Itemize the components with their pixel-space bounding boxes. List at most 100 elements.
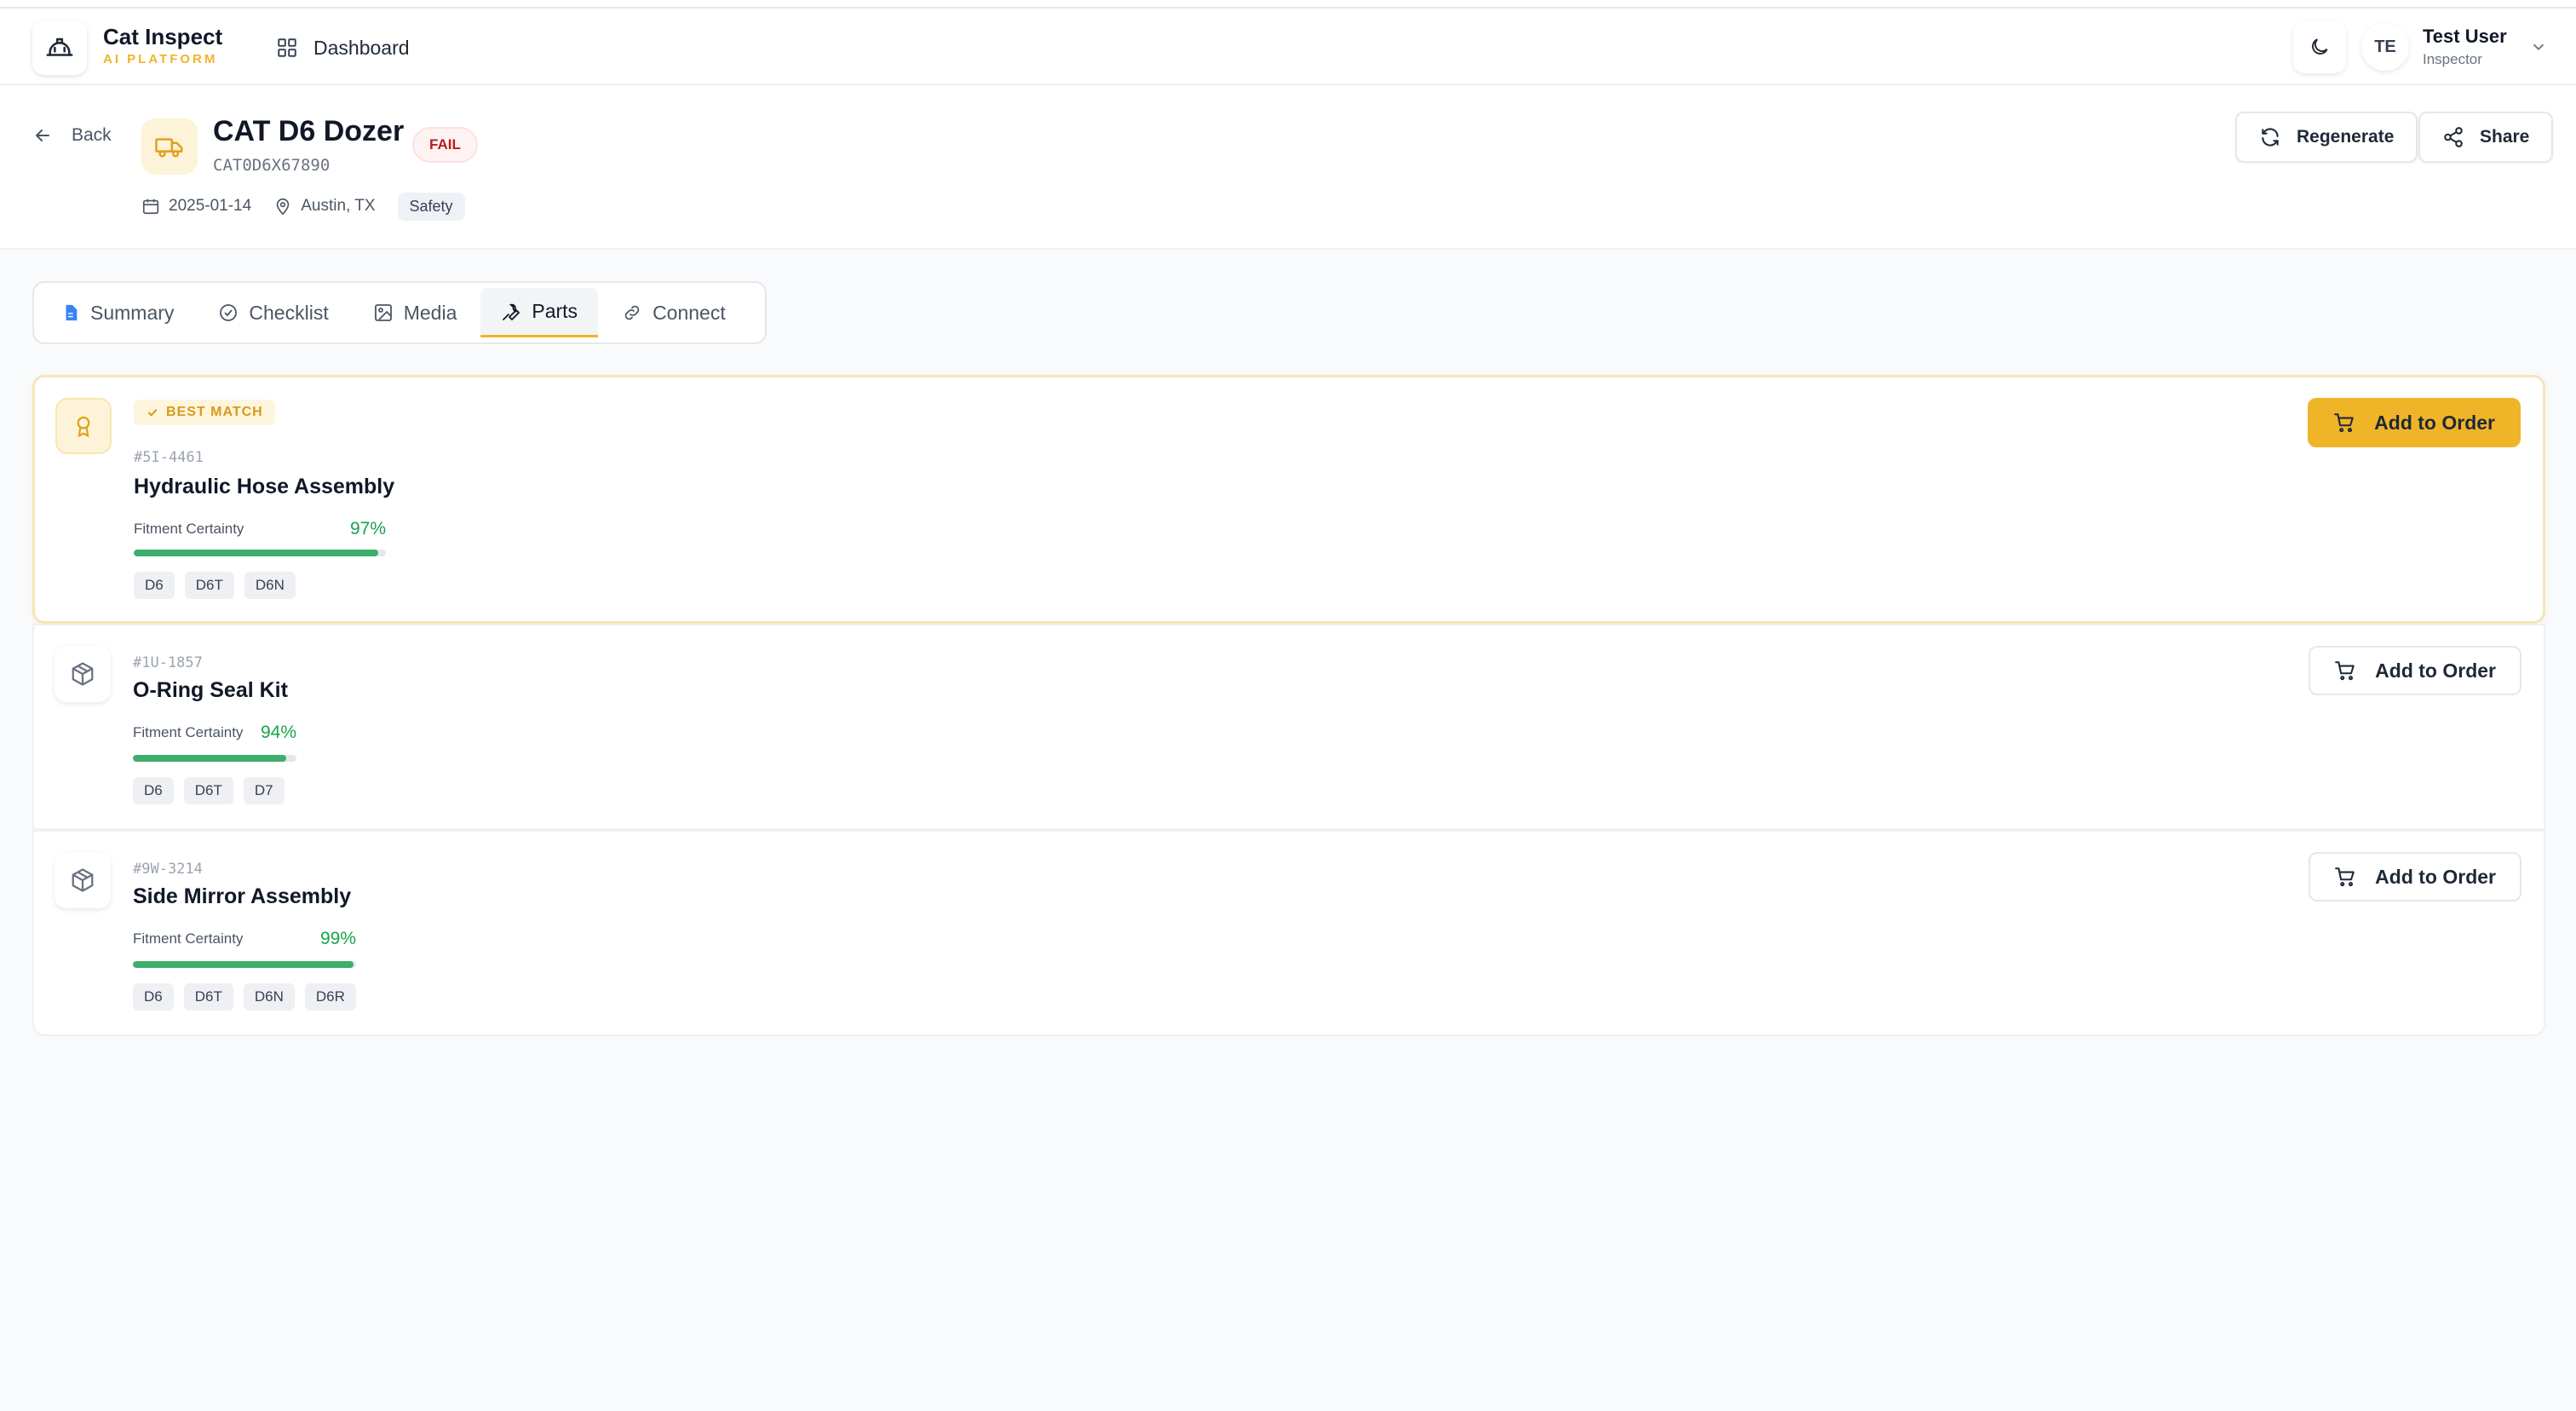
part-name: Hydraulic Hose Assembly [134, 475, 395, 498]
category-tag: Safety [397, 192, 465, 221]
model-chip: D6 [133, 777, 174, 804]
tab-media[interactable]: Media [353, 288, 478, 337]
brand-subtitle: AI PLATFORM [103, 52, 218, 66]
add-to-order-button[interactable]: Add to Order [2309, 852, 2521, 901]
fitment-bar-fill [133, 755, 287, 762]
dashboard-label: Dashboard [313, 36, 410, 59]
window-top-edge [0, 0, 2576, 9]
fitment-label: Fitment Certainty [133, 724, 244, 740]
fitment-bar [133, 961, 356, 968]
model-chip: D6R [304, 983, 356, 1011]
serial-number: CAT0D6X67890 [213, 156, 331, 175]
cart-icon [2335, 661, 2355, 681]
dashboard-link[interactable]: Dashboard [276, 26, 410, 70]
fitment-bar [134, 550, 386, 556]
model-chip: D6 [133, 983, 174, 1011]
share-icon [2444, 127, 2463, 147]
model-list: D6 D6T D6N [134, 572, 296, 599]
fitment-row: Fitment Certainty 94% [133, 723, 296, 743]
user-name: Test User [2423, 26, 2507, 47]
model-list: D6 D6T D6N D6R [133, 983, 356, 1011]
refresh-icon [2262, 128, 2279, 147]
avatar: TE [2361, 23, 2409, 71]
tab-label: Summary [90, 301, 175, 324]
part-number: #5I-4461 [134, 449, 204, 466]
part-icon-box [55, 646, 111, 702]
package-icon [72, 662, 94, 686]
map-pin-icon [276, 198, 290, 216]
moon-icon [2312, 38, 2328, 55]
model-list: D6 D6T D7 [133, 777, 285, 804]
tab-checklist[interactable]: Checklist [198, 288, 348, 337]
tab-bar: Summary Checklist Media Parts Connect [32, 281, 767, 344]
cart-icon [2335, 867, 2355, 887]
fitment-row: Fitment Certainty 97% [134, 519, 386, 539]
best-match-label: BEST MATCH [166, 405, 263, 419]
fitment-label: Fitment Certainty [133, 930, 244, 947]
model-chip: D6T [183, 777, 233, 804]
add-to-order-label: Add to Order [2374, 411, 2495, 434]
regenerate-button[interactable]: Regenerate [2235, 112, 2418, 163]
model-chip: D6 [134, 572, 175, 599]
part-card: BEST MATCH #5I-4461 Hydraulic Hose Assem… [32, 375, 2545, 624]
award-icon [77, 416, 90, 438]
image-icon [374, 304, 392, 321]
fitment-label: Fitment Certainty [134, 521, 244, 537]
hard-hat-icon [46, 37, 73, 56]
back-label: Back [72, 125, 112, 145]
chevron-down-icon [2533, 43, 2544, 51]
add-to-order-label: Add to Order [2375, 659, 2496, 682]
back-button[interactable]: Back [32, 125, 112, 146]
page-title: CAT D6 Dozer [213, 115, 405, 147]
model-chip: D6N [243, 983, 295, 1011]
user-role: Inspector [2423, 51, 2482, 67]
theme-toggle-button[interactable] [2293, 20, 2346, 73]
model-chip: D6T [184, 572, 234, 599]
part-icon-box [55, 398, 112, 454]
model-chip: D6N [244, 572, 296, 599]
part-name: Side Mirror Assembly [133, 884, 352, 908]
app-header: Cat Inspect AI PLATFORM Dashboard TE Tes… [0, 9, 2576, 85]
tab-connect[interactable]: Connect [601, 288, 746, 337]
status-badge: FAIL [412, 127, 478, 163]
asset-icon-box [141, 118, 198, 175]
cart-icon [2334, 413, 2354, 433]
calendar-icon [142, 199, 159, 215]
add-to-order-button[interactable]: Add to Order [2308, 398, 2521, 447]
inspection-date: 2025-01-14 [169, 197, 252, 215]
check-icon [147, 408, 158, 417]
grid-icon [278, 38, 296, 57]
model-chip: D7 [243, 777, 285, 804]
best-match-badge: BEST MATCH [134, 400, 275, 425]
part-name: O-Ring Seal Kit [133, 678, 288, 702]
inspection-meta: 2025-01-14 Austin, TX Safety [141, 192, 465, 221]
fitment-bar-fill [134, 550, 379, 556]
share-button[interactable]: Share [2418, 112, 2554, 163]
tab-label: Media [403, 301, 457, 324]
user-menu[interactable]: TE Test User Inspector [2361, 20, 2548, 73]
fitment-bar-fill [133, 961, 354, 968]
arrow-left-icon [35, 130, 49, 141]
fitment-row: Fitment Certainty 99% [133, 929, 356, 949]
tab-parts[interactable]: Parts [480, 288, 599, 337]
regenerate-label: Regenerate [2297, 127, 2395, 147]
add-to-order-button[interactable]: Add to Order [2309, 646, 2521, 695]
wrench-icon [503, 303, 520, 320]
part-number: #9W-3214 [133, 861, 203, 878]
inspection-location: Austin, TX [301, 197, 376, 215]
check-circle-icon [220, 304, 238, 321]
package-icon [72, 868, 94, 892]
tab-label: Checklist [249, 301, 329, 324]
document-icon [66, 304, 78, 321]
fitment-value: 94% [260, 723, 296, 742]
fitment-value: 97% [349, 519, 386, 538]
part-card: #9W-3214 Side Mirror Assembly Fitment Ce… [32, 830, 2545, 1036]
logo[interactable] [32, 20, 87, 75]
part-card: #1U-1857 O-Ring Seal Kit Fitment Certain… [32, 624, 2545, 830]
part-icon-box [55, 852, 111, 908]
tab-summary[interactable]: Summary [41, 288, 194, 337]
part-number: #1U-1857 [133, 654, 203, 671]
tab-label: Parts [532, 300, 578, 322]
model-chip: D6T [183, 983, 233, 1011]
fitment-value: 99% [319, 929, 356, 948]
